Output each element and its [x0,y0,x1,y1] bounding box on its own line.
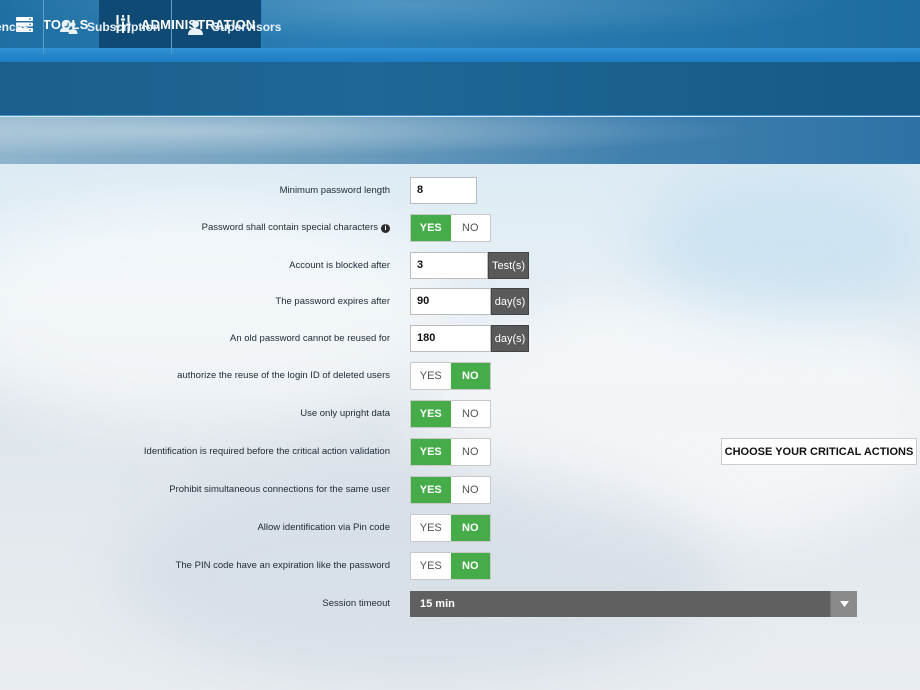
user-icon [188,19,203,35]
min-password-length-input[interactable]: 8 [410,177,477,204]
row-min-password-length: Minimum password length 8 [0,177,920,205]
toggle-yes[interactable]: YES [411,477,451,503]
row-account-blocked: Account is blocked after 3 Test(s) [0,252,920,280]
unit-addon: day(s) [491,325,529,352]
toggle-no[interactable]: NO [451,439,491,465]
field-label: The PIN code have an expiration like the… [175,560,390,571]
prohibit-simultaneous-toggle[interactable]: YES NO [410,476,491,504]
field-label: Minimum password length [279,185,390,196]
pin-identification-toggle[interactable]: YES NO [410,514,491,542]
account-blocked-input[interactable]: 3 [410,252,488,279]
old-password-reuse-input[interactable]: 180 [410,325,491,352]
toggle-yes[interactable]: YES [411,553,451,579]
sub-navigation-bar [0,62,920,116]
field-label: authorize the reuse of the login ID of d… [177,370,390,381]
row-prohibit-simultaneous: Prohibit simultaneous connections for th… [0,476,920,504]
users-icon [60,20,78,34]
password-expires-input[interactable]: 90 [410,288,491,315]
row-old-password-reuse: An old password cannot be reused for 180… [0,325,920,353]
row-password-expires: The password expires after 90 day(s) [0,288,920,316]
field-label-text: Password shall contain special character… [201,222,378,233]
field-label: Allow identification via Pin code [257,522,390,533]
row-session-timeout: Session timeout 15 min [0,591,920,619]
field-label: Prohibit simultaneous connections for th… [169,484,390,495]
reuse-login-id-toggle[interactable]: YES NO [410,362,491,390]
pin-expiration-toggle[interactable]: YES NO [410,552,491,580]
special-characters-toggle[interactable]: YES NO [410,214,491,242]
subtab-subscription-label: Subscription [87,20,161,34]
field-label: An old password cannot be reused for [229,333,390,344]
row-reuse-login-id: authorize the reuse of the login ID of d… [0,362,920,390]
subtab-preferences[interactable]: ences [0,0,44,54]
session-timeout-select[interactable]: 15 min [410,591,857,617]
toggle-yes[interactable]: YES [411,439,451,465]
field-label: The password expires after [275,296,390,307]
toggle-no[interactable]: NO [451,401,491,427]
field-label: Session timeout [322,598,390,609]
toggle-yes[interactable]: YES [411,215,451,241]
header-banner [0,117,920,164]
select-value: 15 min [420,598,455,610]
unit-addon: Test(s) [488,252,529,279]
toggle-no[interactable]: NO [450,363,490,389]
subtab-supervisors[interactable]: Supervisors [172,0,312,54]
subtab-supervisors-label: Supervisors [212,20,282,34]
unit-addon: day(s) [491,288,529,315]
subtab-subscription[interactable]: Subscription [44,0,172,54]
row-upright-data: Use only upright data YES NO [0,400,920,428]
toggle-yes[interactable]: YES [411,401,451,427]
toggle-no[interactable]: NO [450,515,490,541]
field-label: Password shall contain special character… [202,214,390,242]
toggle-yes[interactable]: YES [411,363,451,389]
field-label: Account is blocked after [289,260,390,271]
field-label: Identification is required before the cr… [143,446,390,457]
row-pin-identification: Allow identification via Pin code YES NO [0,514,920,542]
toggle-no[interactable]: NO [451,477,491,503]
row-pin-expiration: The PIN code have an expiration like the… [0,552,920,580]
subtab-preferences-label: ences [0,20,29,34]
row-special-characters: Password shall contain special character… [0,214,920,242]
upright-data-toggle[interactable]: YES NO [410,400,491,428]
field-label: Use only upright data [300,408,390,419]
info-icon[interactable]: i [381,224,390,233]
toggle-no[interactable]: NO [451,215,491,241]
chevron-down-icon[interactable] [830,591,857,617]
toggle-yes[interactable]: YES [411,515,451,541]
choose-critical-actions-button[interactable]: CHOOSE YOUR CRITICAL ACTIONS [721,438,917,465]
toggle-no[interactable]: NO [450,553,490,579]
critical-identification-toggle[interactable]: YES NO [410,438,491,466]
